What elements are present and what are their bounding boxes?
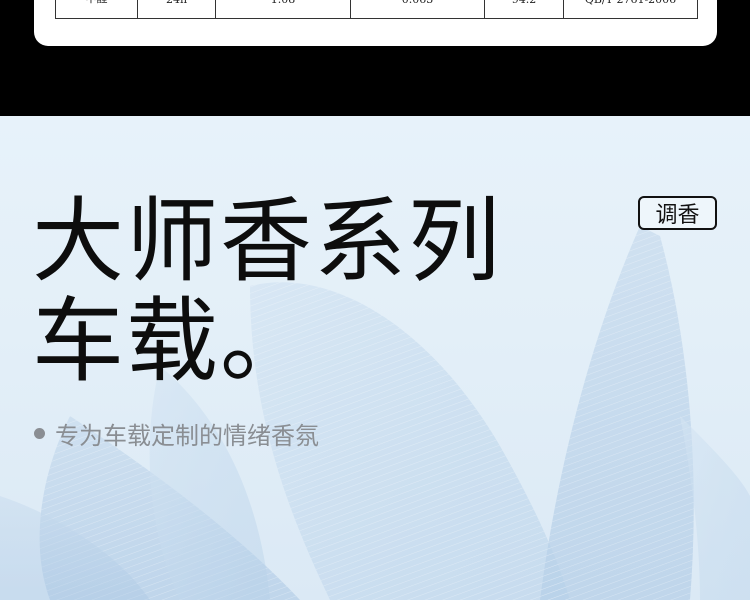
table-cell-substance: 中醛 [55,0,138,19]
bullet-dot-icon [34,428,45,439]
tag-label: 调香 [655,203,700,228]
spec-table-card: 中醛 24h 1.08 0.063 94.2 QB/T 2761-2006 [34,0,717,46]
table-cell-standard: QB/T 2761-2006 [563,0,698,19]
tag-badge: 调香 [638,196,717,230]
title-line-2: 车载。 [32,288,315,395]
subtitle: 专为车载定制的情绪香氛 [34,416,319,451]
table-cell-rate: 94.2 [484,0,564,19]
table-cell-value-b: 0.063 [350,0,485,19]
top-dark-band: 中醛 24h 1.08 0.063 94.2 QB/T 2761-2006 [0,0,750,116]
title-line-1: 大师香系列 [32,188,503,295]
table-cell-duration: 24h [137,0,216,19]
hero-section: 大师香系列 车载。 专为车载定制的情绪香氛 调香 [0,116,750,600]
subtitle-text: 专为车载定制的情绪香氛 [55,422,319,450]
spec-table: 中醛 24h 1.08 0.063 94.2 QB/T 2761-2006 [55,0,698,19]
table-cell-value-a: 1.08 [215,0,351,19]
table-row: 中醛 24h 1.08 0.063 94.2 QB/T 2761-2006 [55,0,698,19]
